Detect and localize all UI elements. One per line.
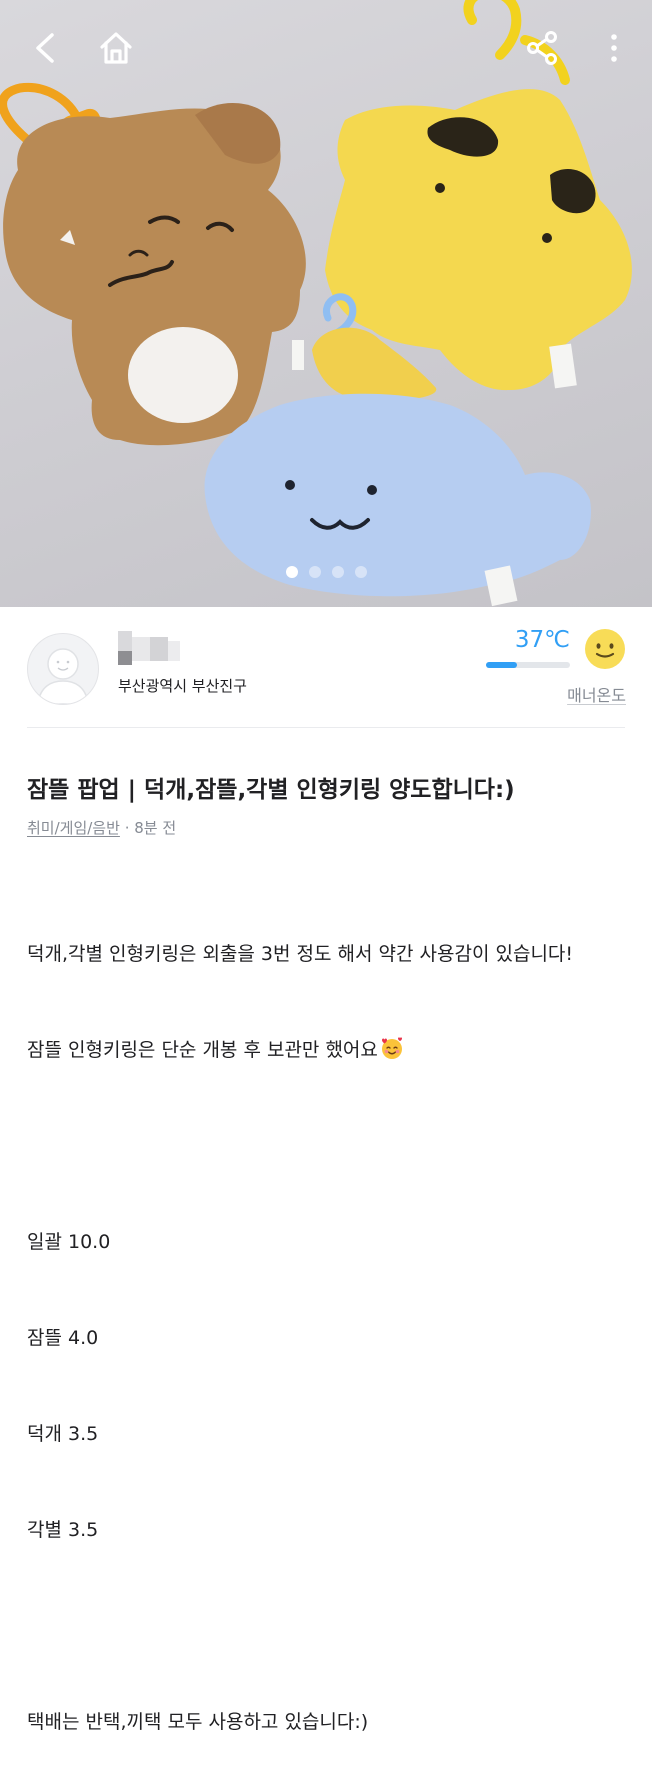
seller-profile[interactable]: 부산광역시 부산진구 37℃ 매너온도 bbox=[0, 607, 652, 727]
home-icon bbox=[100, 32, 132, 64]
carousel-indicator bbox=[0, 566, 652, 578]
body-line bbox=[27, 1610, 573, 1642]
post-time: 8분 전 bbox=[134, 819, 177, 837]
body-line-text: 잠뜰 인형키링은 단순 개봉 후 보관만 했어요 bbox=[27, 1039, 378, 1061]
carousel-dot[interactable] bbox=[285, 566, 298, 578]
carousel-dot[interactable] bbox=[331, 566, 344, 578]
body-line: 덕개,각별 인형키링은 외출을 3번 정도 해서 약간 사용감이 있습니다! bbox=[27, 943, 574, 965]
body-line: 일괄 10.0 bbox=[27, 1231, 111, 1253]
carousel-dot[interactable] bbox=[308, 566, 321, 578]
post-body: 덕개,각별 인형키링은 외출을 3번 정도 해서 약간 사용감이 있습니다! 잠… bbox=[27, 874, 573, 1770]
share-icon bbox=[527, 31, 557, 65]
body-line: 잠뜰 4.0 bbox=[27, 1327, 99, 1349]
back-arrow-icon bbox=[36, 33, 54, 63]
seller-nickname-redacted bbox=[118, 631, 180, 665]
meta-separator: · bbox=[119, 819, 135, 837]
carousel-dot[interactable] bbox=[354, 566, 367, 578]
home-button[interactable] bbox=[92, 24, 140, 72]
manner-temperature-label[interactable]: 매너온도 bbox=[567, 682, 626, 706]
more-vertical-icon bbox=[611, 34, 617, 62]
body-line: 택배는 반택,끼택 모두 사용하고 있습니다:) bbox=[27, 1711, 369, 1733]
section-divider bbox=[27, 727, 625, 728]
seller-location: 부산광역시 부산진구 bbox=[118, 677, 247, 695]
manner-temperature-value: 37℃ bbox=[514, 627, 570, 653]
post-category-link[interactable]: 취미/게임/음반 bbox=[27, 819, 120, 837]
more-button[interactable] bbox=[590, 24, 638, 72]
post-meta: 취미/게임/음반 · 8분 전 bbox=[27, 817, 176, 838]
body-line: 각별 3.5 bbox=[27, 1519, 99, 1541]
default-profile-icon bbox=[37, 648, 89, 704]
share-button[interactable] bbox=[519, 24, 567, 72]
smiley-face-icon bbox=[585, 629, 625, 669]
back-button[interactable] bbox=[22, 24, 70, 72]
product-photo[interactable] bbox=[0, 0, 652, 607]
smiling-face-with-hearts-icon bbox=[381, 1037, 402, 1059]
body-line bbox=[27, 1130, 573, 1162]
post-title: 잠뜰 팝업 | 덕개,잠뜰,각별 인형키링 양도합니다:) bbox=[27, 777, 515, 803]
top-navigation-bar bbox=[0, 0, 652, 100]
avatar[interactable] bbox=[27, 633, 99, 705]
manner-temperature-fill bbox=[486, 662, 518, 668]
manner-temperature-bar bbox=[486, 662, 570, 668]
body-line: 잠뜰 인형키링은 단순 개봉 후 보관만 했어요 bbox=[27, 1034, 573, 1066]
body-line: 덕개 3.5 bbox=[27, 1423, 99, 1445]
